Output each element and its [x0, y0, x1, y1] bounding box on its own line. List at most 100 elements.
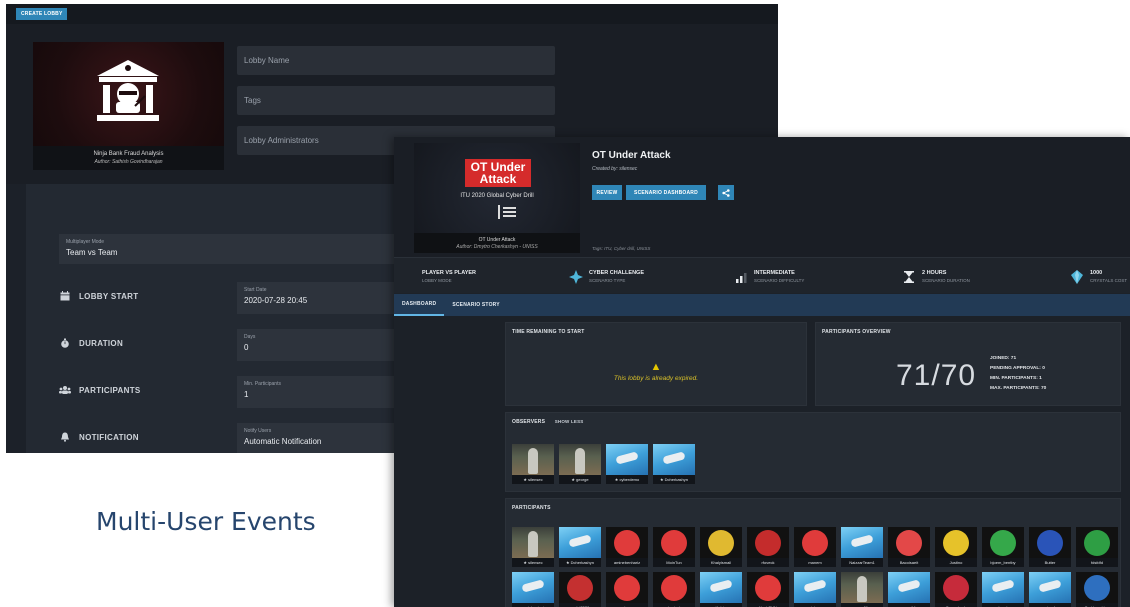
joined-count: JOINED: 71	[990, 356, 1017, 361]
bars-icon	[734, 270, 748, 284]
participants-overview-list: JOINED: 71 PENDING APPROVAL: 0 MIN. PART…	[990, 354, 1046, 394]
share-button[interactable]	[718, 185, 734, 200]
min-participants-input[interactable]: Min. Participants 1	[237, 376, 407, 408]
avatar-username: Khalylsmail	[700, 558, 742, 567]
section-duration-title: DURATION	[79, 338, 124, 348]
flag-icon	[755, 529, 781, 556]
participants-overview-title: PARTICIPANTS OVERVIEW	[822, 329, 891, 335]
multiplayer-mode-select[interactable]: Multiplayer Mode Team vs Team	[59, 234, 419, 264]
flag-icon	[567, 574, 593, 601]
user-avatar-card[interactable]: rcap01	[841, 572, 883, 607]
stat-scenario-type-sub: SCENARIO TYPE	[589, 278, 626, 283]
lobby-tabs: DASHBOARD SCENARIO STORY	[394, 294, 1130, 316]
user-avatar-card[interactable]: Kelvio	[700, 572, 742, 607]
multiplayer-mode-value: Team vs Team	[66, 248, 118, 257]
tags-input[interactable]: Tags	[237, 86, 555, 115]
user-avatar-card[interactable]: sung14	[888, 572, 930, 607]
flag-icon	[614, 529, 640, 556]
avatar-username: manem	[794, 558, 836, 567]
user-avatar-card[interactable]: visless	[794, 572, 836, 607]
user-avatar-card[interactable]: aminebenhariz	[606, 527, 648, 567]
section-participants-title: PARTICIPANTS	[79, 385, 141, 395]
days-value: 0	[244, 343, 249, 352]
lobby-tags: Tags: ITU, Cyber drill, UNISS	[592, 246, 651, 251]
user-avatar-card[interactable]: aaraimafaro	[1029, 572, 1071, 607]
user-avatar-card[interactable]: patsung	[606, 572, 648, 607]
user-avatar-card[interactable]: fdsfdfd	[1076, 527, 1118, 567]
notify-users-label: Notify Users	[244, 428, 272, 434]
observers-header: OBSERVERS SHOW LESS	[512, 419, 584, 425]
start-date-label: Start Date	[244, 287, 267, 293]
avatar-image	[935, 572, 977, 603]
scenario-thumbnail[interactable]: Ninja Bank Fraud Analysis Author: Sathis…	[33, 42, 224, 170]
participants-row-2: yannickantonio raelol2020 patsung domizah Ke…	[512, 572, 1118, 607]
days-input[interactable]: Days 0	[237, 329, 407, 361]
scenario-dashboard-button[interactable]: SCENARIO DASHBOARD	[626, 185, 706, 200]
lobby-stats-bar: PLAYER VS PLAYER LOBBY MODE CYBER CHALLE…	[394, 257, 1130, 293]
max-participants-count: MAX. PARTICIPANTS: 70	[990, 386, 1047, 391]
participants-count: 71/70	[896, 359, 977, 392]
avatar-username: MoinTun	[653, 558, 695, 567]
tab-dashboard[interactable]: DASHBOARD	[394, 294, 445, 316]
flag-icon	[755, 574, 781, 601]
hourglass-icon	[902, 270, 916, 284]
user-avatar-card[interactable]: ★ silensec	[512, 444, 554, 484]
user-avatar-card[interactable]: Omkbozokbar	[1076, 572, 1118, 607]
user-avatar-card[interactable]: NepbTUN	[747, 572, 789, 607]
user-avatar-card[interactable]: domizah	[653, 572, 695, 607]
avatar-username: rfoveck	[747, 558, 789, 567]
stat-difficulty: INTERMEDIATE SCENARIO DIFFICULTY	[734, 270, 804, 284]
avatar-username: ★ george	[559, 475, 601, 484]
observers-list: ★ silensec ★ george ★ cyberdemo ★ Dcherkash…	[512, 444, 695, 484]
user-avatar-card[interactable]: ★ george	[559, 444, 601, 484]
start-date-input[interactable]: Start Date 2020-07-28 20:45	[237, 282, 407, 314]
avatar-image	[700, 572, 742, 603]
create-lobby-button[interactable]: CREATE LOBBY	[16, 8, 68, 20]
tab-scenario-story[interactable]: SCENARIO STORY	[444, 294, 508, 316]
user-avatar-card[interactable]: Bacoisaeit	[888, 527, 930, 567]
user-avatar-card[interactable]: yannickantonio	[512, 572, 554, 607]
show-less-toggle[interactable]: SHOW LESS	[555, 419, 584, 424]
notify-users-value: Automatic Notification	[244, 437, 322, 446]
expired-message: This lobby is already expired.	[613, 375, 699, 382]
avatar-username: NaizzarTeam1	[841, 558, 883, 567]
user-avatar-card[interactable]: ★ silensec	[512, 527, 554, 567]
avatar-username: domizah	[653, 603, 695, 607]
user-avatar-card[interactable]: Khalylsmail	[700, 527, 742, 567]
avatar-image	[559, 444, 601, 475]
avatar-image	[935, 527, 977, 558]
avatar-username: chande	[982, 603, 1024, 607]
ot-thumb-name: OT Under Attack	[478, 237, 516, 243]
user-avatar-card[interactable]: ★ Dcherkashyn	[559, 527, 601, 567]
notify-users-select[interactable]: Notify Users Automatic Notification	[237, 423, 407, 453]
user-avatar-card[interactable]: Butter	[1029, 527, 1071, 567]
min-participants-value: 1	[244, 390, 249, 399]
avatar-username: visless	[794, 603, 836, 607]
user-avatar-card[interactable]: bjoem_bentby	[982, 527, 1024, 567]
flag-icon	[990, 529, 1016, 556]
marketing-collage: CREATE LOBBY Ninja Bank Fraud Analysis A…	[0, 0, 1130, 607]
avatar-image	[982, 572, 1024, 603]
section-duration: DURATION	[59, 337, 123, 349]
review-button[interactable]: REVIEW	[592, 185, 622, 200]
user-avatar-card[interactable]: rfoveck	[747, 527, 789, 567]
avatar-image	[1076, 572, 1118, 603]
lobby-name-input[interactable]: Lobby Name	[237, 46, 555, 75]
stat-lobby-mode: PLAYER VS PLAYER LOBBY MODE	[422, 270, 476, 283]
user-avatar-card[interactable]: Omprakash	[935, 572, 977, 607]
user-avatar-card[interactable]: NaizzarTeam1	[841, 527, 883, 567]
user-avatar-card[interactable]: manem	[794, 527, 836, 567]
ot-scenario-thumbnail[interactable]: OT Under Attack ITU 2020 Global Cyber Dr…	[414, 143, 580, 253]
avatar-image	[606, 572, 648, 603]
user-avatar-card[interactable]: Justino	[935, 527, 977, 567]
time-remaining-title: TIME REMAINING TO START	[512, 329, 585, 335]
user-avatar-card[interactable]: MoinTun	[653, 527, 695, 567]
start-date-value: 2020-07-28 20:45	[244, 296, 308, 305]
ot-thumb-author: Author: Dmytro Cherkashyn - UNISS	[456, 244, 538, 250]
user-avatar-card[interactable]: ★ Dcherkashyn	[653, 444, 695, 484]
user-avatar-card[interactable]: ★ cyberdemo	[606, 444, 648, 484]
ot-thumb-caption: OT Under Attack Author: Dmytro Cherkashy…	[414, 233, 580, 253]
flag-icon	[614, 574, 640, 601]
user-avatar-card[interactable]: chande	[982, 572, 1024, 607]
user-avatar-card[interactable]: raelol2020	[559, 572, 601, 607]
